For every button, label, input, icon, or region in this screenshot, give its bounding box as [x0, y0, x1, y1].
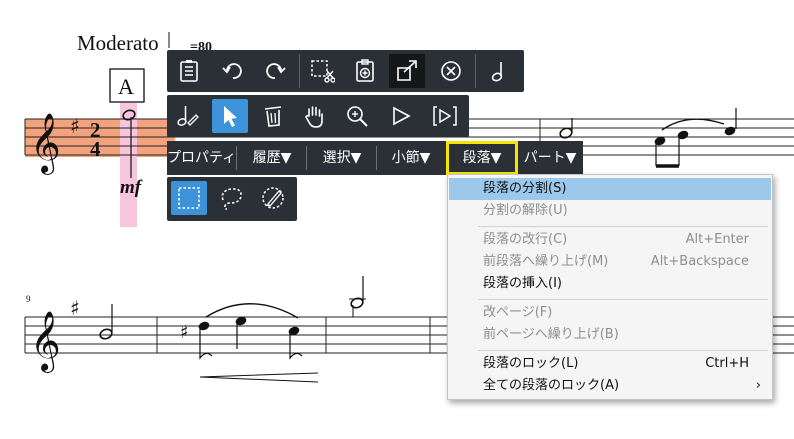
key-sharp-1: ♯	[70, 114, 80, 138]
paste-button[interactable]	[347, 54, 383, 88]
history-menu[interactable]: 履歴▼	[239, 141, 305, 175]
redo-button[interactable]	[257, 54, 293, 88]
select-mode-button[interactable]	[212, 99, 248, 133]
play-selection-button[interactable]	[427, 99, 463, 133]
note-input-button[interactable]	[169, 99, 205, 133]
measure-number: 9	[26, 294, 31, 304]
play-icon	[393, 106, 411, 126]
toolbar-row-1	[167, 50, 524, 92]
play-button[interactable]	[383, 99, 419, 133]
cut-selection-button[interactable]	[304, 54, 340, 88]
cut-selection-icon	[311, 60, 335, 83]
system-menu[interactable]: 段落▼	[446, 141, 518, 175]
brush-select-icon	[262, 187, 284, 209]
pointer-arrow-icon	[224, 106, 237, 127]
key-sharp-2: ♯	[70, 296, 80, 320]
zoom-icon	[347, 106, 368, 127]
close-circle-icon	[441, 61, 461, 81]
menu-item-unsplit[interactable]: 分割の解除(U)	[449, 200, 771, 222]
delete-button[interactable]	[255, 99, 291, 133]
rehearsal-mark: A	[118, 74, 134, 99]
menu-item-move-to-previous-page[interactable]: 前ページへ繰り上げ(B)	[449, 324, 771, 346]
submenu-arrow-icon: ›	[755, 378, 761, 393]
time-sig-bottom: 4	[90, 137, 101, 161]
redo-icon	[266, 63, 286, 79]
select-menu[interactable]: 選択▼	[309, 141, 375, 175]
toolbar-row-2	[167, 95, 469, 137]
rect-select-icon	[178, 187, 200, 209]
menu-item-insert-system[interactable]: 段落の挿入(I)	[449, 273, 771, 295]
tempo-text: Moderato	[77, 31, 159, 55]
part-menu[interactable]: パート▼	[519, 141, 581, 175]
treble-clef-1: 𝄞	[30, 113, 61, 175]
paste-clipboard-icon	[356, 59, 374, 82]
lasso-select-icon	[221, 188, 242, 210]
properties-list-button[interactable]	[171, 54, 207, 88]
menu-item-page-break[interactable]: 改ページ(F)	[449, 302, 771, 324]
rect-select-button[interactable]	[171, 181, 207, 215]
hand-tool-button[interactable]	[297, 99, 333, 133]
measure-menu[interactable]: 小節▼	[379, 141, 443, 175]
hand-grab-icon	[305, 106, 323, 128]
system-dropdown-menu: 段落の分割(S) 分割の解除(U) 段落の改行(C) Alt+Enter 前段落…	[447, 174, 773, 400]
trash-icon	[264, 106, 282, 127]
dynamic-mark: mf	[120, 177, 143, 198]
note-pencil-icon	[177, 106, 199, 126]
properties-list-icon	[180, 60, 198, 82]
undo-button[interactable]	[215, 54, 251, 88]
menu-item-lock-all-systems[interactable]: 全ての段落のロック(A) ›	[449, 375, 771, 397]
selected-note-highlight	[120, 103, 137, 227]
menu-item-split-system[interactable]: 段落の分割(S)	[449, 178, 771, 200]
menu-item-move-to-previous-system[interactable]: 前段落へ繰り上げ(M) Alt+Backspace	[449, 251, 771, 273]
svg-text:♯: ♯	[180, 322, 189, 343]
toolbar-row-3	[167, 177, 297, 221]
brush-select-button[interactable]	[255, 181, 291, 215]
lasso-select-button[interactable]	[213, 181, 249, 215]
decrescendo-hairpin	[199, 372, 319, 383]
menu-item-system-break[interactable]: 段落の改行(C) Alt+Enter	[449, 229, 771, 251]
menu-bar: プロパティ 履歴▼ 選択▼ 小節▼ 段落▼ パート▼	[167, 141, 583, 175]
half-note-button[interactable]	[481, 54, 517, 88]
zoom-button[interactable]	[339, 99, 375, 133]
menu-item-lock-system[interactable]: 段落のロック(L) Ctrl+H	[449, 353, 771, 375]
play-bracket-icon	[433, 106, 457, 126]
undo-icon	[222, 63, 242, 79]
properties-menu[interactable]: プロパティ	[167, 141, 236, 175]
export-button[interactable]	[389, 54, 425, 88]
treble-clef-2: 𝄞	[30, 311, 61, 373]
export-box-icon	[397, 60, 417, 81]
half-note-icon	[491, 62, 503, 82]
close-button[interactable]	[433, 54, 469, 88]
